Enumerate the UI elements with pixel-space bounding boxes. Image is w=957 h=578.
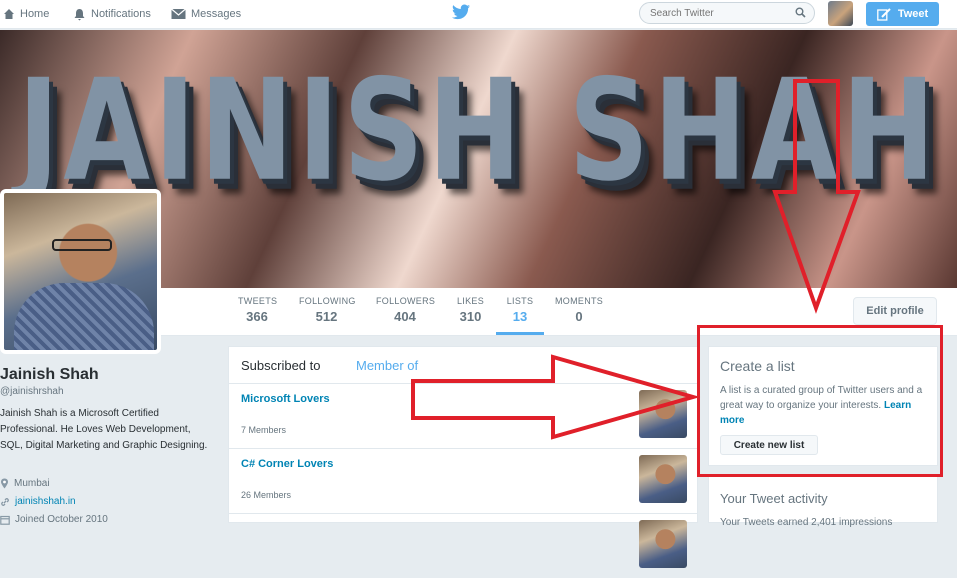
stat-moments-label: MOMENTS	[555, 296, 604, 306]
stat-likes-label: LIKES	[456, 296, 484, 306]
location-pin-icon	[1, 478, 8, 489]
profile-avatar[interactable]	[0, 189, 161, 354]
list-item[interactable]: Microsoft Lovers 7 Members	[229, 383, 697, 448]
list-item-name[interactable]: C# Corner Lovers	[241, 458, 333, 470]
bell-icon	[74, 8, 85, 20]
edit-profile-button[interactable]: Edit profile	[853, 297, 937, 325]
tweet-activity-panel: Your Tweet activity Your Tweets earned 2…	[708, 476, 938, 528]
stat-likes[interactable]: LIKES 310	[456, 296, 485, 324]
nav-home-label: Home	[20, 8, 50, 20]
nav-home[interactable]: Home	[3, 5, 49, 23]
nav-notifications-label: Notifications	[91, 8, 151, 20]
list-item-name[interactable]: Microsoft Lovers	[241, 393, 330, 405]
profile-website-link[interactable]: jainishshah.in	[15, 496, 76, 507]
list-item-members: 26 Members	[241, 490, 292, 500]
stat-tweets-label: TWEETS	[238, 296, 278, 306]
stat-followers-value: 404	[394, 309, 416, 324]
list-owner-avatar[interactable]	[639, 520, 687, 568]
list-owner-avatar[interactable]	[639, 455, 687, 503]
profile-name[interactable]: Jainish Shah	[0, 366, 99, 384]
list-item[interactable]: C# Corner Lovers 26 Members	[229, 448, 697, 513]
envelope-icon	[171, 8, 186, 19]
twitter-logo-icon[interactable]	[452, 4, 470, 25]
link-icon	[1, 497, 9, 506]
profile-website[interactable]: jainishshah.in	[0, 496, 76, 507]
profile-joined-text: Joined October 2010	[15, 514, 108, 525]
stat-lists[interactable]: LISTS 13	[496, 296, 544, 335]
top-nav-bar: Home Notifications Messages Tweet	[0, 0, 957, 29]
stat-lists-label: LISTS	[506, 296, 534, 306]
avatar-glasses	[52, 239, 112, 251]
compose-icon	[876, 7, 891, 21]
profile-joined: Joined October 2010	[0, 514, 108, 525]
tab-member-of[interactable]: Member of	[356, 358, 418, 373]
list-item-members: 7 Members	[241, 425, 287, 435]
stat-lists-value: 13	[512, 309, 528, 324]
home-icon	[4, 9, 14, 19]
search-box[interactable]	[639, 2, 815, 24]
avatar-shirt	[14, 283, 154, 350]
nav-messages[interactable]: Messages	[171, 5, 241, 23]
stat-moments-value: 0	[575, 309, 583, 324]
calendar-icon	[0, 515, 10, 525]
nav-messages-label: Messages	[191, 8, 242, 20]
tab-subscribed-to[interactable]: Subscribed to	[241, 358, 321, 373]
stat-tweets-value: 366	[246, 309, 268, 324]
profile-location: Mumbai	[0, 478, 50, 489]
account-avatar[interactable]	[828, 1, 853, 26]
stat-followers-label: FOLLOWERS	[376, 296, 436, 306]
tweet-button-label: Tweet	[897, 8, 929, 20]
stat-tweets[interactable]: TWEETS 366	[238, 296, 278, 324]
lists-panel: Subscribed to Member of Microsoft Lovers…	[228, 346, 698, 568]
stat-following-value: 512	[315, 309, 338, 324]
stat-followers[interactable]: FOLLOWERS 404	[376, 296, 436, 324]
annotation-highlight-box	[697, 325, 943, 477]
profile-handle: @jainishrshah	[0, 386, 64, 397]
profile-bio: Jainish Shah is a Microsoft Certified Pr…	[0, 408, 208, 451]
stat-following[interactable]: FOLLOWING 512	[299, 296, 356, 324]
list-owner-avatar[interactable]	[639, 390, 687, 438]
nav-notifications[interactable]: Notifications	[73, 5, 151, 23]
profile-location-text: Mumbai	[14, 478, 50, 489]
stat-moments[interactable]: MOMENTS 0	[555, 296, 603, 324]
tweet-button[interactable]: Tweet	[866, 2, 939, 26]
tweet-activity-title: Your Tweet activity	[720, 491, 828, 506]
stat-likes-value: 310	[459, 309, 482, 324]
stat-following-label: FOLLOWING	[299, 296, 356, 306]
search-icon[interactable]	[795, 7, 806, 18]
search-input[interactable]	[650, 6, 790, 20]
